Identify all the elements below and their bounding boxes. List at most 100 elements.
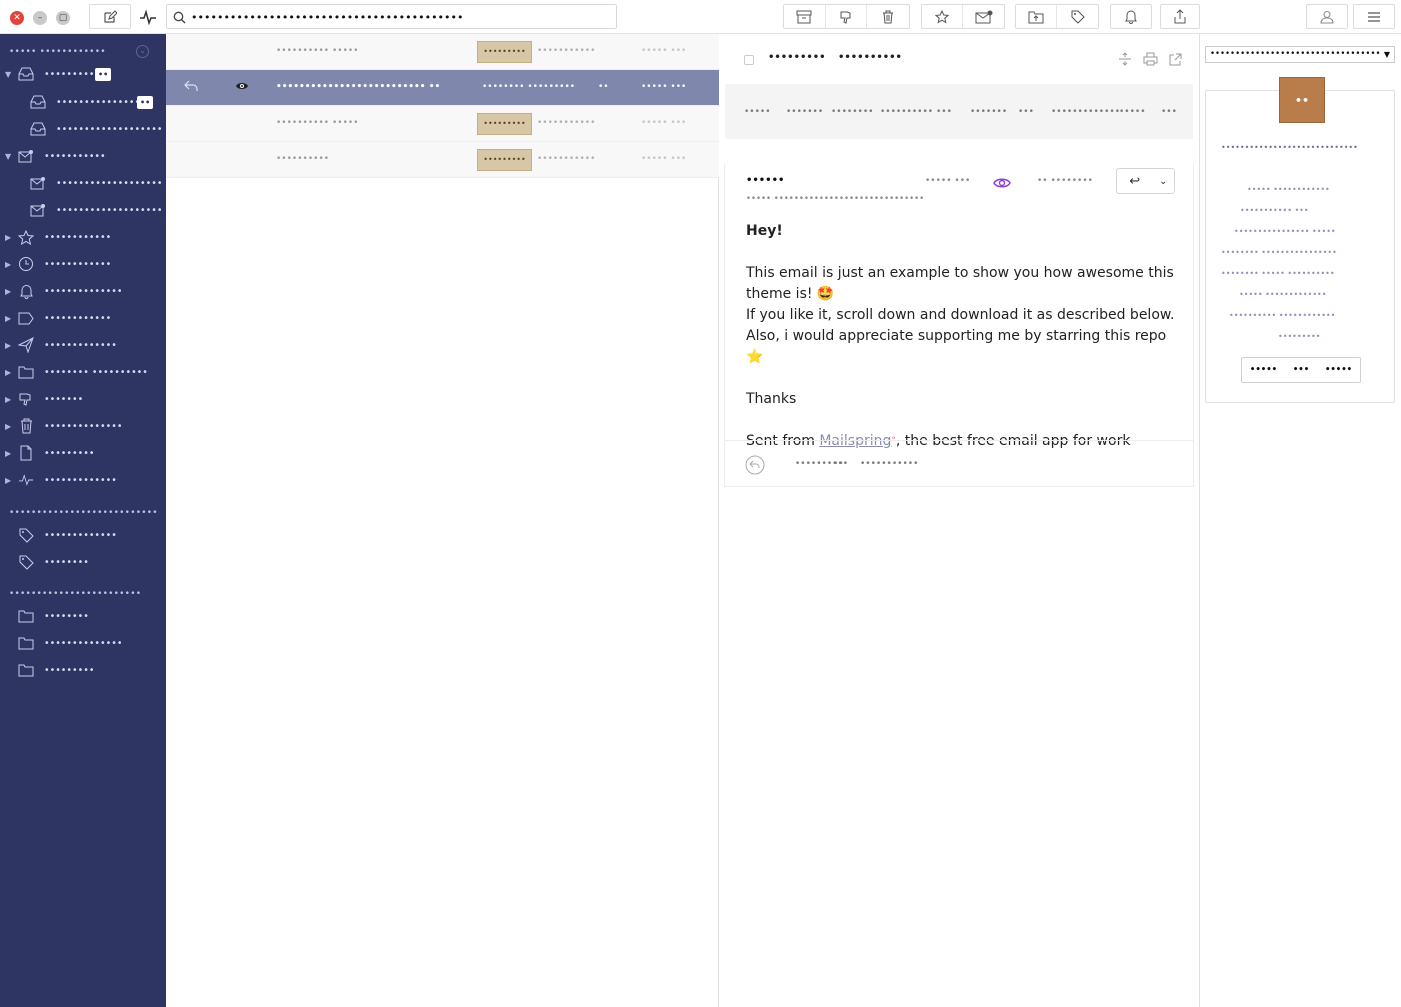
sidebar-item-inbox-sub-2[interactable]: ••••••••••••••••••• — [0, 118, 166, 140]
spam-button[interactable] — [826, 5, 868, 28]
contact-tab[interactable]: ••• — [1293, 365, 1309, 375]
contact-tab[interactable]: ••••• — [1250, 365, 1277, 375]
body-thanks: Thanks — [746, 391, 797, 407]
search-bar[interactable] — [166, 4, 617, 29]
message-list: •••••••••• ••••• ••••••••• ••••••••••• •… — [166, 34, 719, 1007]
chevron-right-icon[interactable]: ▶ — [5, 395, 11, 404]
window-minimize-button[interactable]: – — [33, 11, 47, 25]
participant[interactable]: ••• — [1018, 107, 1034, 117]
participant[interactable]: ••••• — [1119, 107, 1146, 117]
sidebar-item-snoozed[interactable]: ▶ •••••••••••• — [0, 253, 166, 275]
sidebar-item-label: •••••••• — [44, 610, 89, 622]
sidebar: ••••• •••••••••••• ⌄ ▼ •••••••••••• •• •… — [0, 34, 166, 1007]
chevron-down-icon[interactable]: ▼ — [5, 70, 11, 79]
eye-icon[interactable] — [235, 81, 249, 94]
account-button[interactable] — [1306, 4, 1348, 29]
reply-icon[interactable] — [184, 80, 198, 95]
print-icon[interactable] — [1143, 51, 1158, 70]
menu-button[interactable] — [1353, 4, 1395, 29]
star-button[interactable] — [922, 5, 964, 28]
message-sender: •••••••••••••••••••••••••• •• — [276, 82, 441, 92]
contact-detail: •••••••••••••••• ••••• — [1234, 227, 1336, 236]
sidebar-item-important[interactable]: ▶ •••••••••••• — [0, 307, 166, 329]
contact-select[interactable]: •••••••••••••••••••••••••••••••••• ▼ — [1205, 46, 1395, 63]
sidebar-item-unread-sub-1[interactable]: ••••••••••••••••••• — [0, 172, 166, 194]
search-input[interactable] — [191, 8, 611, 26]
activity-icon[interactable] — [139, 9, 157, 29]
contact-detail: •••••••• ••••• •••••••••• — [1221, 269, 1335, 278]
reply-button[interactable]: ↩ ⌄ — [1116, 168, 1175, 194]
sidebar-item-inbox-sub-1[interactable]: ••••••••••••••• •• — [0, 91, 166, 113]
participant[interactable]: ••••••• — [786, 107, 823, 117]
label-button[interactable] — [1057, 5, 1098, 28]
chevron-right-icon[interactable]: ▶ — [5, 314, 11, 323]
thumbs-down-icon — [840, 11, 851, 24]
sidebar-item-folder-3[interactable]: ••••••••• — [0, 659, 166, 681]
collapse-toggle-icon[interactable]: ⌄ — [136, 45, 149, 58]
participant[interactable]: ••••••••••••• — [1051, 107, 1120, 117]
message-row[interactable]: •••••••••• ••••••••• ••••••••••• ••••• •… — [166, 142, 719, 178]
window-maximize-button[interactable]: ▢ — [56, 11, 70, 25]
sidebar-item-drafts[interactable]: ▶ ••••••••• — [0, 442, 166, 464]
chevron-right-icon[interactable]: ▶ — [5, 341, 11, 350]
inbox-icon — [30, 94, 46, 110]
sidebar-item-sent[interactable]: ▶ ••••••••••••• — [0, 334, 166, 356]
participant[interactable]: ••••••• — [970, 107, 1007, 117]
chevron-down-icon[interactable]: ▼ — [5, 152, 11, 161]
trash-button[interactable] — [867, 5, 909, 28]
reply-icon[interactable]: ↩ — [1117, 169, 1152, 193]
contact-detail: ••••• •••••••••••• — [1247, 185, 1330, 194]
sidebar-item-inbox[interactable]: ▼ •••••••••••• •• — [0, 63, 166, 85]
chevron-right-icon[interactable]: ▶ — [5, 449, 11, 458]
chevron-right-icon[interactable]: ▶ — [5, 422, 11, 431]
snooze-button[interactable] — [1110, 4, 1152, 29]
move-to-folder-button[interactable] — [1016, 5, 1058, 28]
message-row[interactable]: •••••••••• ••••• ••••••••• ••••••••••• •… — [166, 34, 719, 70]
reply-circle-icon[interactable] — [745, 455, 765, 478]
contact-detail: •••••••• •••••••••••••••• — [1221, 248, 1337, 257]
message-row[interactable]: •••••••••• ••••• ••••••••• ••••••••••• •… — [166, 106, 719, 142]
archive-button[interactable] — [784, 5, 826, 28]
compose-button[interactable] — [89, 4, 131, 29]
expand-icon[interactable] — [1118, 51, 1132, 70]
message-recipients[interactable]: ••••• •••••••••••••••••••••••••••••• — [746, 194, 924, 204]
participant[interactable]: ••• — [1161, 107, 1177, 117]
chevron-right-icon[interactable]: ▶ — [5, 476, 11, 485]
chevron-down-icon[interactable]: ⌄ — [1152, 169, 1174, 193]
sidebar-item-reminders[interactable]: ▶ •••••••••••••• — [0, 280, 166, 302]
contact-tab[interactable]: ••••• — [1325, 365, 1352, 375]
label-badge: ••••••••• — [477, 113, 532, 135]
mark-unread-button[interactable] — [963, 5, 1004, 28]
sidebar-item-all-mail[interactable]: ▶ •••••••• •••••••••• — [0, 361, 166, 383]
sidebar-item-trash[interactable]: ▶ •••••••••••••• — [0, 415, 166, 437]
window-close-button[interactable]: ✕ — [10, 11, 24, 25]
quick-reply-bar[interactable]: •••••••••• •• ••••••••••• — [724, 440, 1194, 487]
participant[interactable]: ••••• — [744, 107, 771, 117]
sidebar-item-label: ••••••••••••••• — [56, 96, 141, 108]
message-sender: •••••••••• ••••• — [276, 46, 359, 56]
sidebar-item-starred[interactable]: ▶ •••••••••••• — [0, 226, 166, 248]
forward-link[interactable]: ••••••••••• — [860, 459, 918, 469]
sidebar-item-label-2[interactable]: •••••••• — [0, 551, 166, 573]
message-row-selected[interactable]: •••••••••••••••••••••••••• •• •••••••• •… — [166, 70, 719, 106]
chevron-right-icon[interactable]: ▶ — [5, 368, 11, 377]
participant[interactable]: •••••••• — [831, 107, 873, 117]
chevron-right-icon[interactable]: ▶ — [5, 233, 11, 242]
chevron-right-icon[interactable]: ▶ — [5, 287, 11, 296]
message-body: Hey! This email is just an example to sh… — [746, 221, 1186, 452]
share-button[interactable] — [1160, 4, 1200, 29]
unread-mail-icon — [30, 175, 46, 191]
participant[interactable]: ••• — [936, 107, 952, 117]
sidebar-item-label-1[interactable]: ••••••••••••• — [0, 524, 166, 546]
sidebar-item-spam[interactable]: ▶ ••••••• — [0, 388, 166, 410]
sidebar-item-unread[interactable]: ▼ ••••••••••• — [0, 145, 166, 167]
chevron-right-icon[interactable]: ▶ — [5, 260, 11, 269]
message-from[interactable]: •••••• — [746, 175, 784, 186]
sidebar-item-activity[interactable]: ▶ ••••••••••••• — [0, 469, 166, 491]
sidebar-item-folder-1[interactable]: •••••••• — [0, 605, 166, 627]
participant[interactable]: •••••••••• — [880, 107, 933, 117]
popout-icon[interactable] — [1169, 51, 1182, 70]
organize-actions-group — [1015, 4, 1099, 29]
sidebar-item-folder-2[interactable]: •••••••••••••• — [0, 632, 166, 654]
sidebar-item-unread-sub-2[interactable]: ••••••••••••••••••• — [0, 199, 166, 221]
